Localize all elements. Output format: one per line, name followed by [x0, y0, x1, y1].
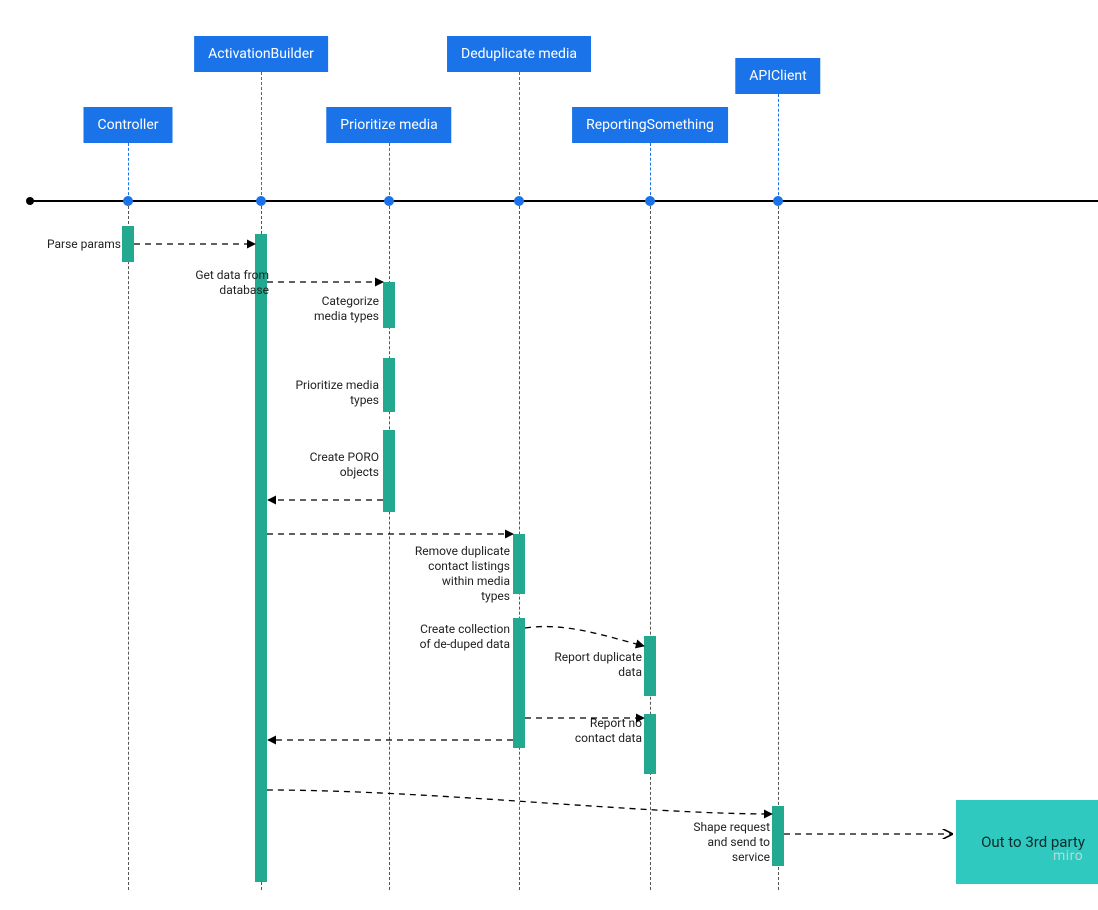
arrow-report-dup	[525, 627, 644, 646]
arrow-to-apiclient	[267, 790, 772, 814]
arrows-layer	[0, 0, 1098, 910]
diagram-canvas: Controller ActivationBuilder Prioritize …	[0, 0, 1098, 910]
